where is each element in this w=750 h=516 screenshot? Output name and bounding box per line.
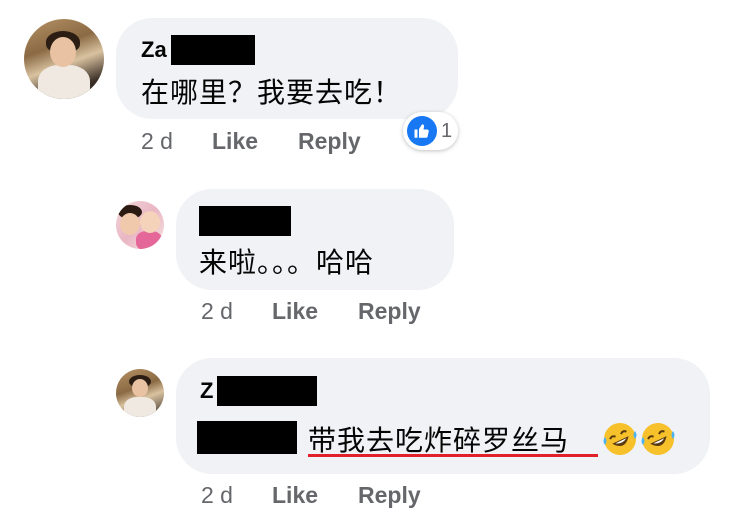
reaction-summary[interactable]: 1 [403,112,459,150]
reply-link[interactable]: Reply [358,298,421,325]
reaction-count: 1 [441,119,453,142]
comment-time[interactable]: 2 d [141,128,173,155]
avatar[interactable] [116,201,164,249]
like-link[interactable]: Like [272,298,318,325]
thumbs-up-icon [407,116,437,146]
redacted-name-block [199,206,291,236]
comment-text: 带我去吃炸碎罗丝马 [308,424,570,457]
comment-time[interactable]: 2 d [201,482,233,509]
redacted-name-block [217,376,317,406]
reply-link[interactable]: Reply [358,482,421,509]
comment-text: 在哪里？我要去吃！ [141,76,403,109]
comment-author-name[interactable]: Z [200,378,213,404]
reply-link[interactable]: Reply [298,128,361,155]
redacted-name-block [171,35,255,65]
comment-time[interactable]: 2 d [201,298,233,325]
comment-text: 来啦。。。哈哈 [199,246,375,279]
like-link[interactable]: Like [272,482,318,509]
like-link[interactable]: Like [212,128,258,155]
comment-author-name[interactable]: Za [141,37,167,63]
avatar[interactable] [24,19,104,99]
avatar[interactable] [116,369,164,417]
spellcheck-underline [308,454,598,457]
redacted-mention-block [197,421,297,454]
rolling-on-floor-laughing-icon [603,423,637,455]
rolling-on-floor-laughing-icon [641,423,675,455]
